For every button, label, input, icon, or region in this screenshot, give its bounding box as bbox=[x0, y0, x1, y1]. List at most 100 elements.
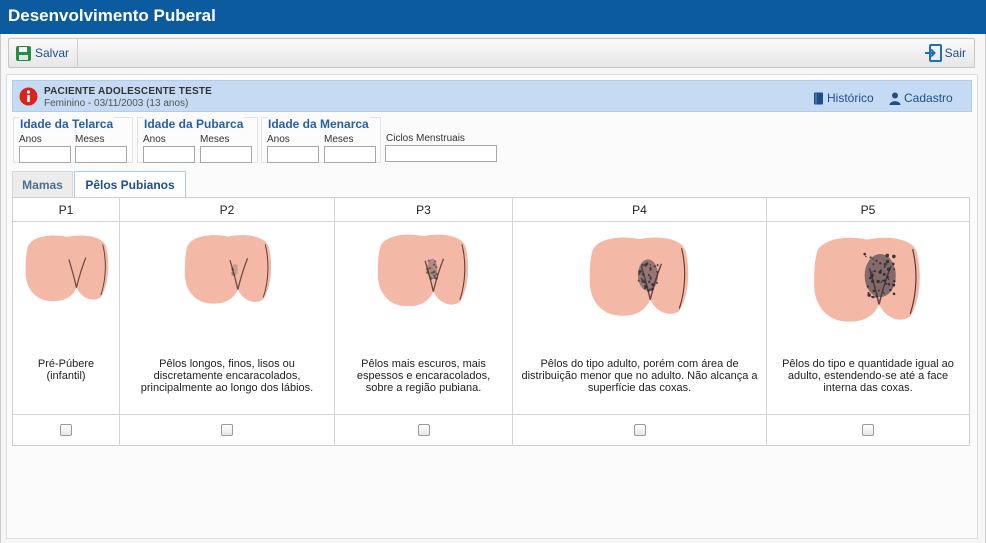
hair-dot bbox=[647, 273, 651, 277]
hair-dot bbox=[434, 276, 438, 280]
hair-dot bbox=[880, 281, 883, 283]
hair-dot bbox=[430, 272, 432, 274]
hair-dot bbox=[638, 272, 641, 275]
save-icon bbox=[16, 45, 31, 61]
hair-dot bbox=[882, 292, 885, 294]
telarca-months-input[interactable] bbox=[75, 146, 127, 163]
telarca-years-label: Anos bbox=[19, 134, 42, 145]
hair-dot bbox=[236, 264, 239, 266]
stage-description: Pêlos do tipo adulto, porém com área de … bbox=[521, 358, 758, 394]
history-label: Histórico bbox=[827, 91, 874, 105]
save-label: Salvar bbox=[35, 46, 70, 60]
hair-dot bbox=[432, 263, 436, 266]
pubarca-group: Idade da Pubarca Anos Meses bbox=[137, 117, 258, 163]
hair-dot bbox=[867, 293, 871, 297]
pubarca-months-input[interactable] bbox=[200, 146, 252, 163]
hair-dot bbox=[893, 268, 896, 271]
stage-description: Pêlos do tipo e quantidade igual ao adul… bbox=[782, 358, 954, 394]
hair-dot bbox=[425, 267, 429, 271]
hair-dot bbox=[655, 270, 658, 273]
pubarca-months-label: Meses bbox=[200, 134, 230, 145]
book-icon bbox=[814, 92, 823, 104]
menarca-title: Idade da Menarca bbox=[267, 117, 370, 131]
menarca-group: Idade da Menarca Anos Meses bbox=[261, 117, 381, 163]
hair-dot bbox=[872, 289, 876, 293]
hair-dot bbox=[231, 272, 235, 276]
hair-dot bbox=[643, 281, 647, 284]
tab-mamas[interactable]: Mamas bbox=[12, 171, 73, 197]
telarca-months-label: Meses bbox=[75, 134, 105, 145]
stage-header: P2 bbox=[120, 198, 334, 222]
tab-pelos-pubianos[interactable]: Pêlos Pubianos bbox=[74, 171, 186, 197]
history-link[interactable]: Histórico bbox=[813, 91, 874, 105]
stage-description: Pêlos longos, finos, lisos ou discretame… bbox=[140, 358, 314, 394]
save-button[interactable]: Salvar bbox=[15, 39, 79, 67]
hair-dot bbox=[892, 254, 896, 259]
hair-dot bbox=[873, 269, 876, 273]
hair-dot bbox=[644, 285, 648, 289]
hair-dot bbox=[641, 272, 645, 276]
hair-dot bbox=[883, 266, 886, 268]
pubarca-years-input[interactable] bbox=[143, 146, 195, 163]
stage-column-p4: P4 Pêlos do tipo adulto, porém com área … bbox=[513, 198, 767, 445]
exit-label: Sair bbox=[944, 46, 966, 60]
hair-dot bbox=[893, 279, 896, 283]
hair-dot bbox=[427, 259, 430, 263]
hair-dot bbox=[637, 279, 640, 282]
menarca-months-input[interactable] bbox=[324, 146, 376, 163]
exit-icon bbox=[924, 44, 942, 62]
title-bar: Desenvolvimento Puberal bbox=[0, 0, 986, 34]
telarca-group: Idade da Telarca Anos Meses bbox=[13, 117, 133, 163]
stage-checkbox[interactable] bbox=[862, 424, 874, 436]
stage-checkbox[interactable] bbox=[417, 424, 430, 436]
hair-dot bbox=[876, 279, 880, 284]
cycles-input[interactable] bbox=[385, 145, 497, 162]
hair-dot bbox=[863, 252, 867, 256]
stage-column-p5: P5 Pêlos do tipo e quantidade igual ao a… bbox=[767, 198, 969, 445]
info-icon bbox=[19, 87, 38, 106]
hair-dot bbox=[883, 262, 887, 266]
stage-checkbox[interactable] bbox=[60, 424, 72, 436]
cycles-group: Ciclos Menstruais bbox=[385, 117, 499, 163]
register-link[interactable]: Cadastro bbox=[889, 91, 953, 105]
hair-dot bbox=[886, 267, 891, 272]
hair-dot bbox=[434, 265, 438, 268]
hair-dot bbox=[872, 263, 875, 266]
stage-header: P3 bbox=[335, 198, 512, 222]
hair-dot bbox=[885, 260, 890, 264]
hair-dot bbox=[435, 274, 437, 276]
patient-name: PACIENTE ADOLESCENTE TESTE bbox=[44, 86, 212, 97]
hair-dot bbox=[885, 253, 890, 258]
menarca-years-label: Anos bbox=[267, 134, 290, 145]
hair-dot bbox=[877, 289, 880, 292]
stage-header: P4 bbox=[513, 198, 766, 222]
register-label: Cadastro bbox=[904, 91, 953, 105]
stage-select-row bbox=[120, 414, 334, 445]
stage-checkbox[interactable] bbox=[221, 424, 233, 436]
stage-select-row bbox=[513, 414, 766, 445]
hair-dot bbox=[871, 271, 873, 273]
hair-dot bbox=[428, 266, 432, 270]
pubarca-title: Idade da Pubarca bbox=[143, 117, 245, 131]
stage-checkbox[interactable] bbox=[633, 424, 646, 436]
stage-description: Pêlos mais escuros, mais espessos e enca… bbox=[356, 358, 491, 394]
hair-dot bbox=[886, 275, 889, 279]
toolbar: Salvar Sair bbox=[8, 38, 975, 68]
stage-column-p2: P2 Pêlos longos, finos, lisos ou discret… bbox=[120, 198, 335, 445]
window-title: Desenvolvimento Puberal bbox=[8, 6, 216, 25]
hair-dot bbox=[872, 295, 875, 299]
hair-dot bbox=[644, 263, 648, 267]
hair-dot bbox=[871, 279, 875, 283]
user-icon bbox=[889, 92, 901, 105]
hair-dot bbox=[656, 264, 659, 267]
telarca-years-input[interactable] bbox=[19, 146, 71, 163]
hair-dot bbox=[891, 262, 895, 266]
exit-button[interactable]: Sair bbox=[924, 39, 966, 67]
hair-dot bbox=[882, 272, 886, 276]
stage-header: P5 bbox=[767, 198, 969, 222]
hair-dot bbox=[875, 295, 878, 298]
body-shape bbox=[184, 235, 272, 304]
menarca-years-input[interactable] bbox=[267, 146, 319, 163]
hair-dot bbox=[875, 259, 878, 262]
hair-dot bbox=[887, 278, 890, 281]
